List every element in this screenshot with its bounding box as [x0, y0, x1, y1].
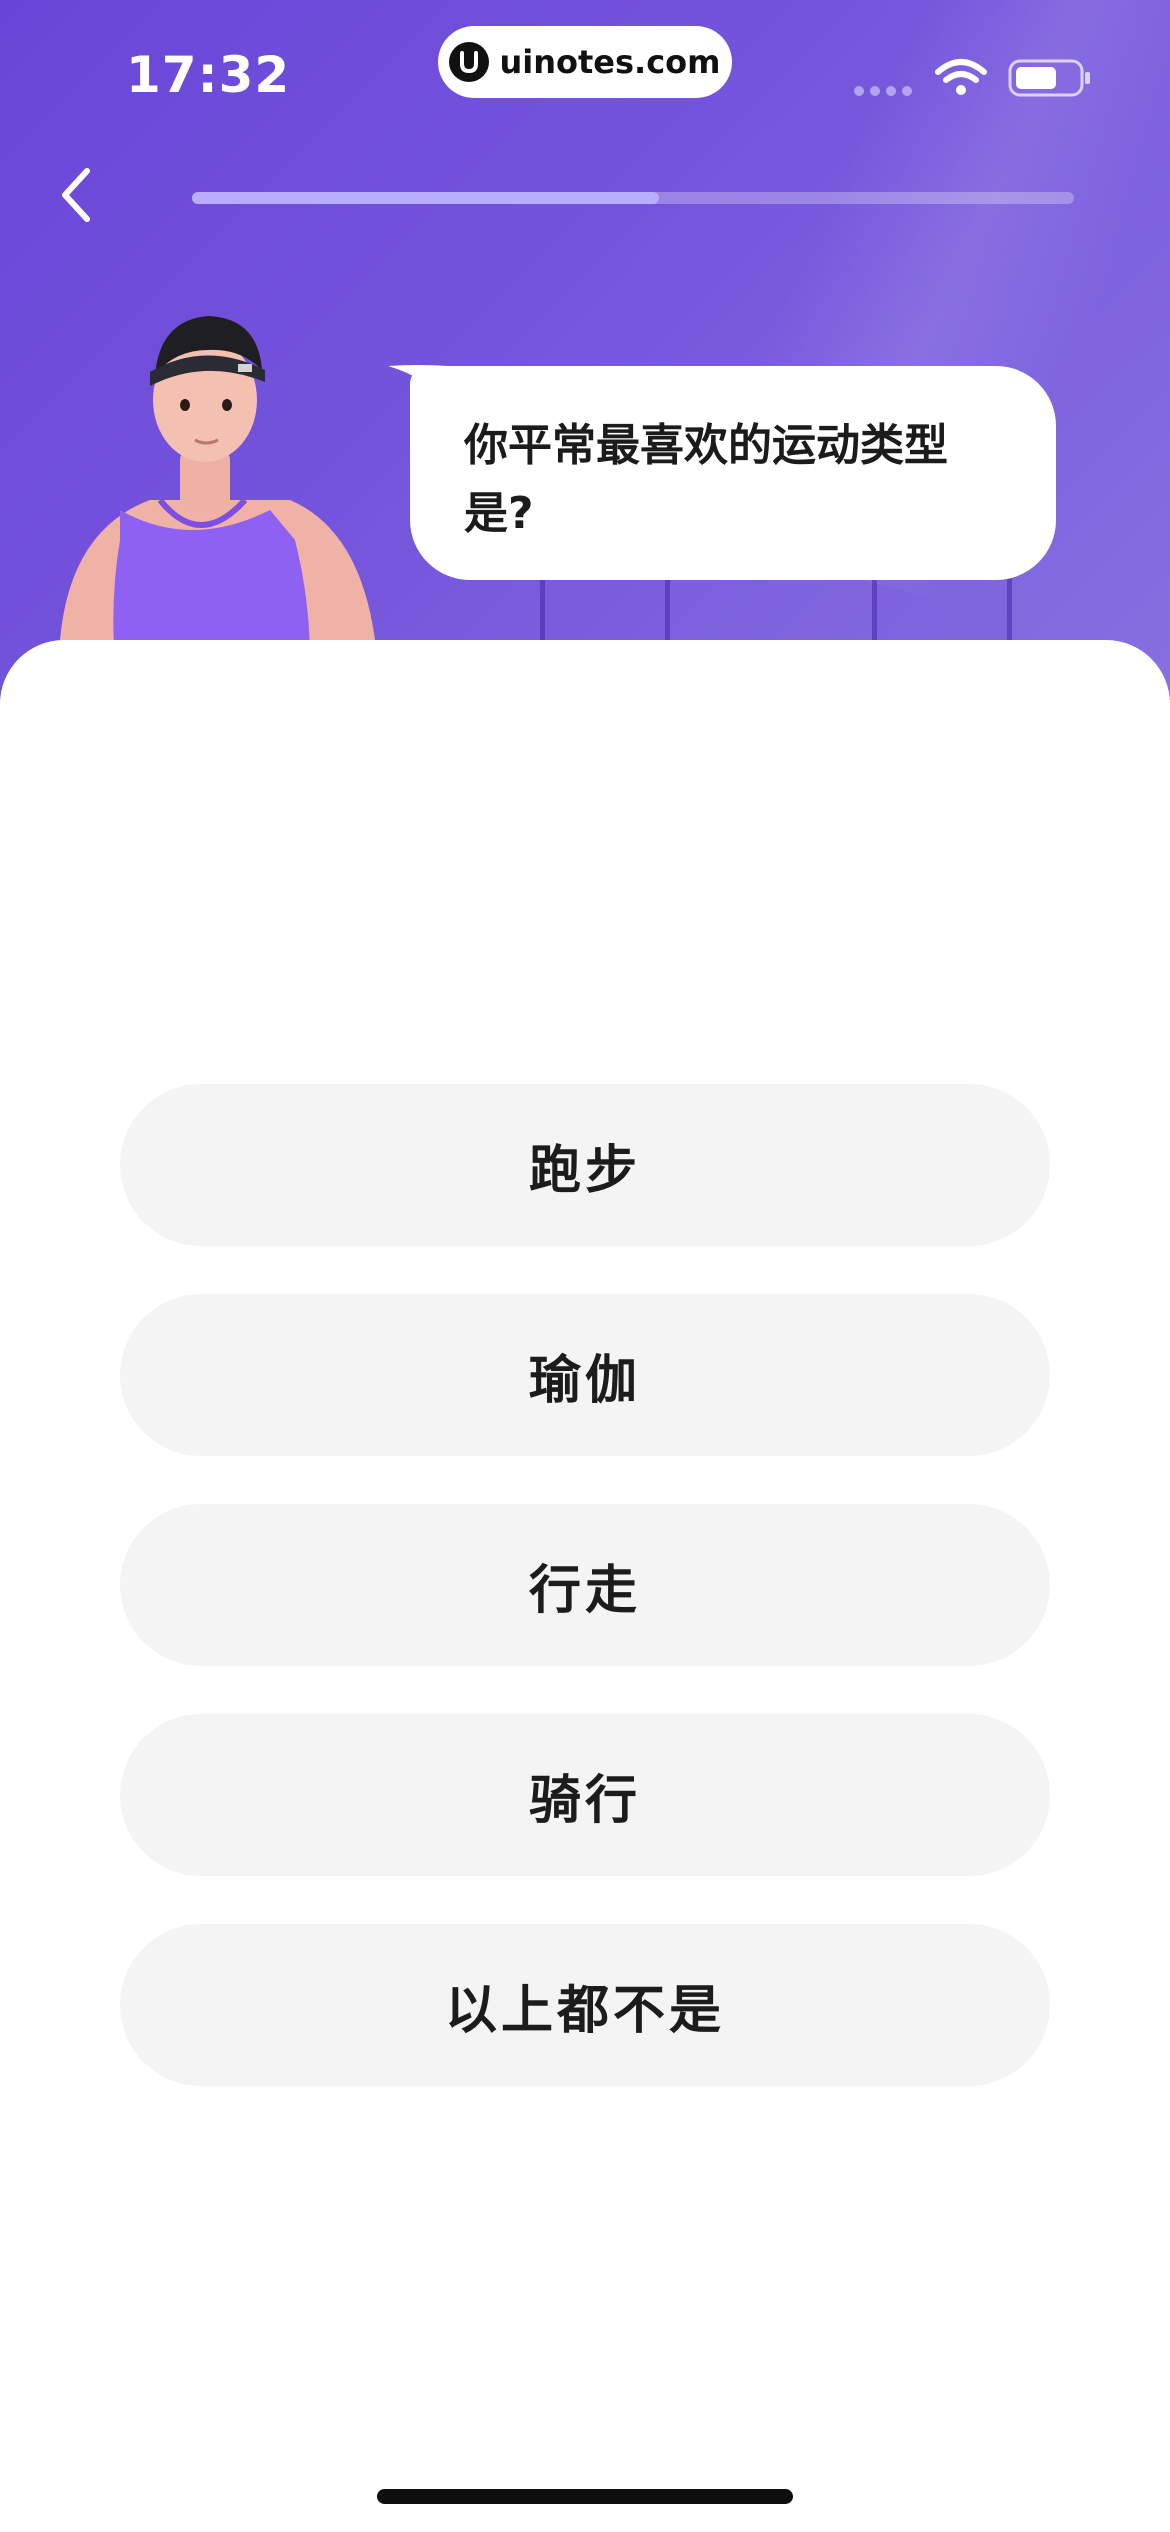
status-time: 17:32 [126, 46, 291, 104]
quiz-progress-fill [192, 192, 660, 204]
option-none-of-above[interactable]: 以上都不是 [120, 1924, 1050, 2086]
cellular-signal-icon [854, 86, 912, 96]
uinotes-logo-icon [449, 42, 490, 82]
option-running[interactable]: 跑步 [120, 1084, 1050, 1246]
watermark-pill: uinotes.com [438, 26, 732, 98]
bubble-tail [388, 365, 448, 404]
option-cycling[interactable]: 骑行 [120, 1714, 1050, 1876]
fitness-character-illustration [60, 316, 375, 660]
wifi-icon [935, 59, 987, 95]
home-indicator[interactable] [377, 2489, 793, 2504]
option-walking[interactable]: 行走 [120, 1504, 1050, 1666]
hero-banner: 你平常最喜欢的运动类型是? [0, 0, 1170, 700]
watermark-url: uinotes.com [499, 43, 721, 81]
answer-options: 跑步 瑜伽 行走 骑行 以上都不是 [120, 1084, 1050, 2134]
battery-icon [1008, 59, 1090, 97]
quiz-progress-bar [192, 192, 1074, 204]
option-yoga[interactable]: 瑜伽 [120, 1294, 1050, 1456]
question-bubble: 你平常最喜欢的运动类型是? [388, 365, 1056, 580]
question-text: 你平常最喜欢的运动类型是? [464, 420, 948, 539]
chevron-left-icon [62, 168, 90, 222]
back-button[interactable] [40, 160, 110, 230]
